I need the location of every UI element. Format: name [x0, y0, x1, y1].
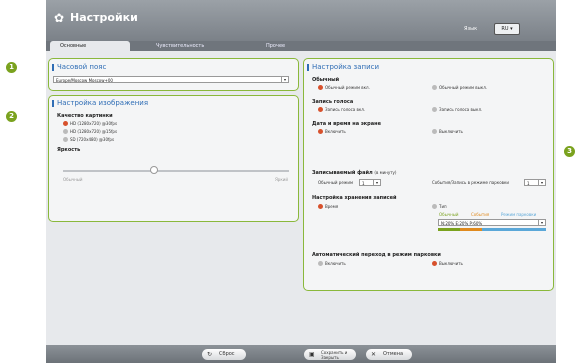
gear-icon: ✿	[54, 11, 65, 25]
file-normal-label: Обычный режим	[318, 180, 354, 185]
legend-parking: Режим парковки	[501, 212, 537, 217]
voice-on-label: Запись голоса вкл.	[325, 107, 366, 112]
callout-2: 2	[6, 111, 17, 122]
file-normal-value: 1	[362, 181, 365, 186]
file-normal-select[interactable]: 1 ▾	[359, 179, 381, 186]
record-panel: Настройка записи Обычный Обычный режим в…	[303, 58, 554, 291]
file-label-text: Записываемый файл	[312, 170, 373, 176]
storage-type-label: Тип	[439, 204, 447, 209]
save-label: Сохранить и Закрыть	[321, 350, 348, 360]
ratio-bar-parking	[482, 228, 546, 231]
chevron-down-icon: ▾	[538, 180, 545, 185]
refresh-icon: ↻	[207, 351, 213, 358]
voice-label: Запись голоса	[312, 99, 354, 105]
file-event-select[interactable]: 1 ▾	[524, 179, 546, 186]
datetime-off-label: Выключить	[439, 129, 463, 134]
storage-label: Настройка хранения записей	[312, 195, 397, 201]
callout-3: 3	[564, 146, 575, 157]
normal-label: Обычный	[312, 77, 340, 83]
cancel-button[interactable]: ✕ Отмена	[366, 349, 412, 360]
tab-general[interactable]: Основные	[50, 41, 130, 51]
datetime-on-label: Включить	[325, 129, 346, 134]
chevron-down-icon: ▾	[373, 180, 380, 185]
voice-off-radio[interactable]	[432, 107, 437, 112]
title-bar: ✿ Настройки Язык RU ▾	[46, 0, 556, 41]
file-event-label: События/Запись в режиме парковки	[432, 180, 510, 185]
ratio-bar-normal	[438, 228, 460, 231]
parking-on-label: Включить	[325, 261, 346, 266]
save-icon: ▣	[309, 351, 315, 358]
quality-option-3: SD (720x480) @30fps	[70, 137, 115, 142]
storage-time-label: Время	[325, 204, 339, 209]
normal-off-radio[interactable]	[432, 85, 437, 90]
timezone-select[interactable]: Europe/Moscow Moscow+00 ▾	[53, 76, 289, 83]
datetime-label: Дата и время на экране	[312, 121, 381, 127]
reset-button[interactable]: ↻ Сброс	[202, 349, 246, 360]
settings-window: ✿ Настройки Язык RU ▾ Основные Чувствите…	[46, 0, 556, 363]
record-title: Настройка записи	[306, 63, 380, 71]
legend-event: События	[471, 212, 490, 217]
close-icon: ✕	[371, 351, 377, 358]
brightness-knob[interactable]	[150, 166, 159, 174]
chevron-down-icon: ▾	[538, 220, 545, 225]
parking-label: Автоматический переход в режим парковки	[312, 252, 441, 258]
image-title: Настройка изображения	[51, 99, 149, 107]
parking-off-label: Выключить	[439, 261, 463, 266]
storage-ratio-value: N:20% E:20% P:60%	[441, 221, 483, 226]
storage-time-radio[interactable]	[318, 204, 323, 209]
storage-ratio-select[interactable]: N:20% E:20% P:60% ▾	[438, 219, 546, 226]
quality-radio-2[interactable]	[63, 129, 68, 134]
datetime-off-radio[interactable]	[432, 129, 437, 134]
normal-off-label: Обычный режим выкл.	[439, 85, 488, 90]
footer-bar: ↻ Сброс ▣ Сохранить и Закрыть ✕ Отмена	[46, 345, 556, 363]
parking-on-radio[interactable]	[318, 261, 323, 266]
page-title: Настройки	[70, 11, 138, 24]
timezone-title: Часовой пояс	[51, 63, 107, 71]
voice-off-label: Запись голоса выкл.	[439, 107, 483, 112]
file-unit: (в минуту)	[374, 170, 397, 175]
parking-off-radio[interactable]	[432, 261, 437, 266]
quality-radio-1[interactable]	[63, 121, 68, 126]
cancel-label: Отмена	[383, 351, 404, 357]
brightness-track[interactable]	[63, 170, 289, 172]
file-event-value: 1	[527, 181, 530, 186]
quality-radio-3[interactable]	[63, 137, 68, 142]
language-select[interactable]: RU ▾	[494, 23, 520, 35]
timezone-panel: Часовой пояс Europe/Moscow Moscow+00 ▾	[48, 58, 299, 91]
timezone-value: Europe/Moscow Moscow+00	[56, 78, 113, 83]
voice-on-radio[interactable]	[318, 107, 323, 112]
normal-on-label: Обычный режим вкл.	[325, 85, 370, 90]
language-label: Язык	[464, 26, 478, 32]
datetime-on-radio[interactable]	[318, 129, 323, 134]
quality-option-1: HD (1280x720) @30fps	[70, 121, 118, 126]
image-panel: Настройка изображения Качество картинки …	[48, 95, 299, 222]
file-label: Записываемый файл (в минуту)	[312, 170, 396, 176]
brightness-min: Обычный	[63, 177, 83, 182]
reset-label: Сброс	[219, 351, 235, 357]
quality-label: Качество картинки	[57, 113, 113, 119]
legend-normal: Обычный	[439, 212, 459, 217]
brightness-label: Яркость	[57, 147, 81, 153]
brightness-max: Яркий	[275, 177, 288, 182]
quality-option-2: HD (1280x720) @15fps	[70, 129, 118, 134]
tab-bar: Основные Чувствительность Прочее	[46, 41, 556, 51]
callout-1: 1	[6, 62, 17, 73]
save-close-button[interactable]: ▣ Сохранить и Закрыть	[304, 349, 356, 360]
tab-other[interactable]: Прочее	[256, 41, 326, 51]
chevron-down-icon: ▾	[281, 77, 288, 82]
storage-type-radio[interactable]	[432, 204, 437, 209]
tab-sensitivity[interactable]: Чувствительность	[146, 41, 236, 51]
normal-on-radio[interactable]	[318, 85, 323, 90]
ratio-bar-event	[460, 228, 482, 231]
